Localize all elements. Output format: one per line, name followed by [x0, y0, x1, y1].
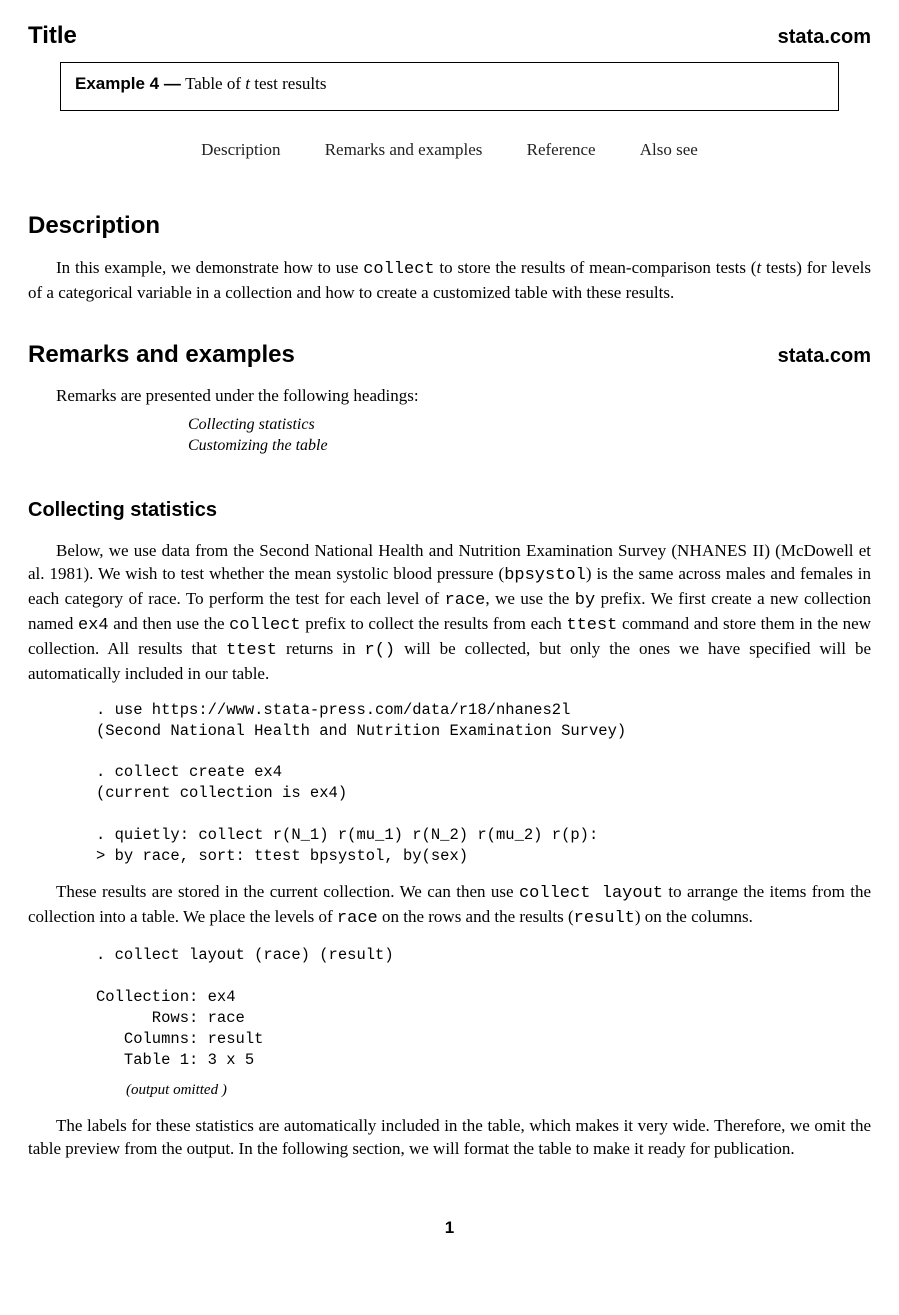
section-nav: Description Remarks and examples Referen…	[28, 139, 871, 162]
brand-link-2[interactable]: stata.com	[778, 343, 871, 370]
page-title: Title	[28, 20, 77, 52]
description-paragraph: In this example, we demonstrate how to u…	[28, 257, 871, 305]
brand-link[interactable]: stata.com	[778, 24, 871, 51]
nav-reference[interactable]: Reference	[527, 140, 596, 159]
title-box: Example 4 — Table of t test results	[60, 62, 839, 111]
example-desc: Table of t test results	[185, 74, 326, 93]
code-block-2: . collect layout (race) (result) Collect…	[96, 945, 871, 1071]
remarks-subheading-list: Collecting statistics Customizing the ta…	[188, 414, 871, 457]
collecting-para-3: The labels for these statistics are auto…	[28, 1115, 871, 1161]
collecting-para-2: These results are stored in the current …	[28, 881, 871, 931]
example-label: Example 4 —	[75, 74, 181, 93]
nav-also-see[interactable]: Also see	[640, 140, 698, 159]
nav-description[interactable]: Description	[201, 140, 280, 159]
output-omitted: (output omitted )	[126, 1080, 871, 1100]
title-header: Title stata.com	[28, 20, 871, 52]
subhead-collecting[interactable]: Collecting statistics	[188, 414, 871, 436]
nav-remarks[interactable]: Remarks and examples	[325, 140, 483, 159]
remarks-header-row: Remarks and examples stata.com	[28, 339, 871, 371]
collecting-para-1: Below, we use data from the Second Natio…	[28, 540, 871, 686]
subhead-customizing[interactable]: Customizing the table	[188, 435, 871, 457]
collecting-heading: Collecting statistics	[28, 497, 871, 524]
remarks-intro: Remarks are presented under the followin…	[28, 385, 871, 408]
remarks-heading: Remarks and examples	[28, 339, 295, 371]
page-number: 1	[28, 1217, 871, 1240]
code-block-1: . use https://www.stata-press.com/data/r…	[96, 700, 871, 867]
description-heading: Description	[28, 210, 871, 242]
